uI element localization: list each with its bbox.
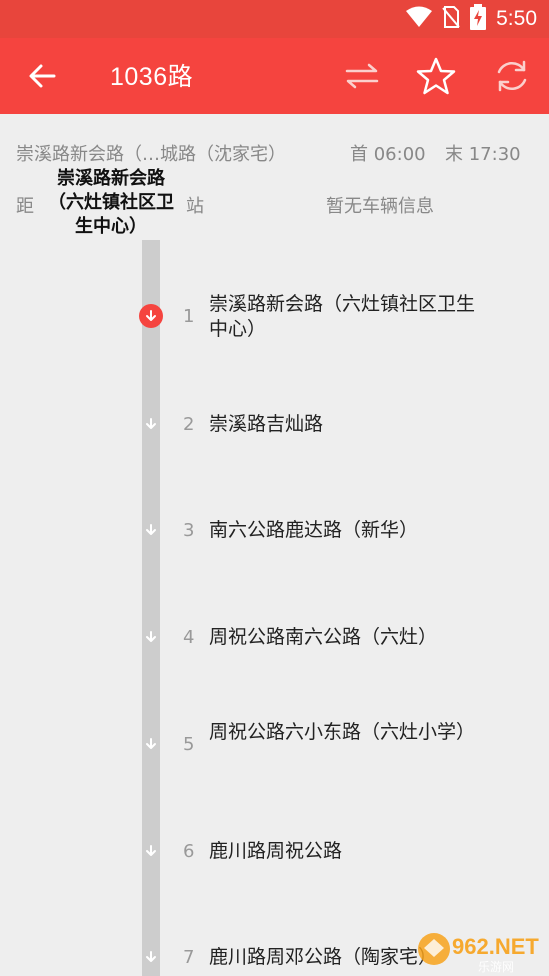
arrow-down-icon xyxy=(139,412,163,436)
stop-number: 1 xyxy=(183,306,195,327)
stop-name: 鹿川路周祝公路 xyxy=(209,840,343,862)
stop-number: 6 xyxy=(183,841,195,862)
stop-number: 4 xyxy=(183,627,195,648)
favorite-button[interactable] xyxy=(416,56,456,96)
status-time: 5:50 xyxy=(496,7,537,30)
station-label: 站 xyxy=(186,196,204,217)
last-bus-time: 末 17:30 xyxy=(445,144,521,165)
refresh-button[interactable] xyxy=(493,57,531,95)
vehicle-status: 暂无车辆信息 xyxy=(326,196,434,217)
arrow-down-icon xyxy=(139,945,163,969)
refresh-icon xyxy=(497,60,527,92)
battery-charging-icon xyxy=(470,4,487,34)
distance-label: 距 xyxy=(16,196,34,217)
first-bus-time: 首 06:00 xyxy=(350,144,426,165)
arrow-down-icon xyxy=(139,732,163,756)
status-icons: 5:50 xyxy=(406,4,537,34)
stop-number: 2 xyxy=(183,414,195,435)
stop-number: 7 xyxy=(183,947,195,968)
route-direction: 崇溪路新会路（…城路（沈家宅） xyxy=(16,144,286,165)
selected-station: 崇溪路新会路（六灶镇社区卫生中心） xyxy=(48,168,174,237)
swap-direction-icon xyxy=(345,63,379,89)
arrow-down-icon xyxy=(139,518,163,542)
arrow-down-icon xyxy=(139,839,163,863)
stop-name: 崇溪路新会路（六灶镇社区卫生中心） xyxy=(209,293,476,340)
stop-name: 周祝公路南六公路（六灶） xyxy=(209,626,438,648)
arrow-left-icon xyxy=(29,64,56,88)
app-bar: 1036路 xyxy=(0,38,549,114)
wifi-icon xyxy=(406,6,433,32)
watermark-logo: 962.NET 乐游网 xyxy=(412,924,546,974)
stop-number: 3 xyxy=(183,520,195,541)
stop-number: 5 xyxy=(183,734,195,755)
watermark-brand: 962.NET xyxy=(452,934,539,959)
no-sim-icon xyxy=(442,5,460,33)
route-track xyxy=(142,240,160,976)
status-bar: 5:50 xyxy=(0,0,549,38)
page-title: 1036路 xyxy=(110,63,194,91)
swap-direction-button[interactable] xyxy=(344,58,380,94)
arrow-down-icon xyxy=(139,625,163,649)
stop-name: 周祝公路六小东路（六灶小学） xyxy=(209,721,476,743)
back-button[interactable] xyxy=(24,58,60,94)
watermark-subtitle: 乐游网 xyxy=(478,960,514,974)
star-outline-icon xyxy=(416,57,456,95)
stop-name: 南六公路鹿达路（新华） xyxy=(209,519,419,541)
arrow-down-icon xyxy=(139,304,163,328)
stop-name: 崇溪路吉灿路 xyxy=(209,413,324,435)
